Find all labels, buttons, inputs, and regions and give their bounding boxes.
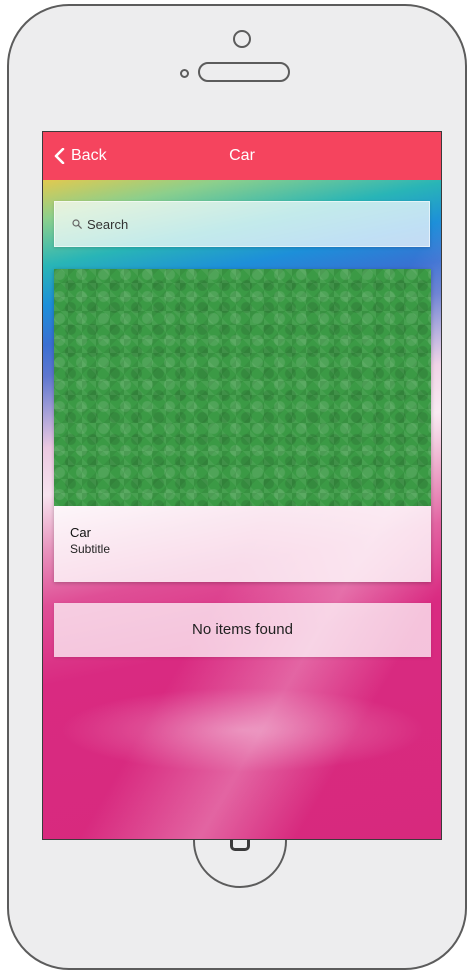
navigation-bar: Back Car <box>43 132 441 180</box>
card-title: Car <box>70 525 91 540</box>
card-image <box>54 269 431 506</box>
card-subtitle: Subtitle <box>70 542 111 556</box>
empty-list-message: No items found <box>54 603 431 657</box>
camera-icon <box>233 30 251 48</box>
app-screen: Back Car Car Subtitle No items found <box>42 131 442 840</box>
page-title: Car <box>229 147 255 164</box>
search-bar[interactable] <box>54 201 430 247</box>
card[interactable]: Car Subtitle <box>54 269 431 582</box>
search-input[interactable] <box>87 216 387 232</box>
card-body: Car Subtitle <box>54 506 431 582</box>
sensor-icon <box>180 69 189 78</box>
search-icon <box>72 219 82 229</box>
speaker-grille <box>198 62 290 82</box>
